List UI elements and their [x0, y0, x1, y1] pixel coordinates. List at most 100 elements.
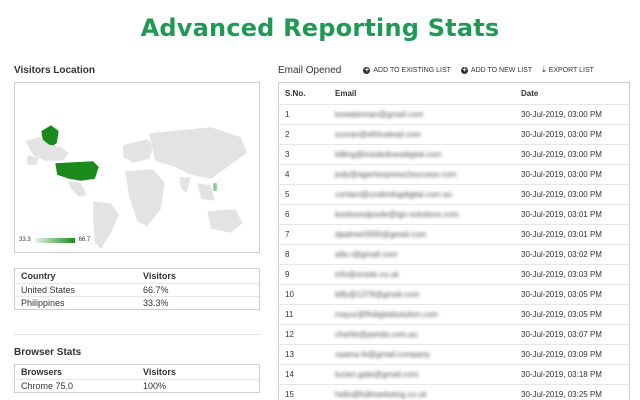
legend-max-label: 66.7	[78, 237, 91, 243]
table-row: 11 mayur@fhdigitalsolution.com 30-Jul-2019…	[279, 305, 629, 325]
map-legend: 33.3 66.7	[19, 237, 90, 243]
export-list-button[interactable]: ⤓ EXPORT LIST	[542, 65, 594, 75]
opened-date: 30-Jul-2019, 03:01 PM	[521, 210, 602, 219]
visitors-column-header: Visitors	[143, 271, 176, 281]
table-row: 5 contact@underdogdigital.com.au 30-Jul-20…	[279, 185, 629, 205]
table-row: 3 billing@insidedivesdigital.com 30-Jul-20…	[279, 145, 629, 165]
table-row: 15 hello@fullmarketing.co.uk 30-Jul-2019, …	[279, 385, 629, 400]
visitor-percent: 66.7%	[143, 285, 169, 295]
email-opened-table: S.No. Email Date 1 kowaterman@gmail.com 30…	[278, 82, 630, 400]
opened-date: 30-Jul-2019, 03:18 PM	[521, 370, 602, 379]
opened-date: 30-Jul-2019, 03:00 PM	[521, 170, 602, 179]
email-address: jody@agentexpress2success.com	[335, 170, 457, 179]
email-opened-heading: Email Opened	[278, 64, 342, 76]
add-to-existing-list-label: ADD TO EXISTING LIST	[373, 66, 451, 74]
download-icon: ⤓	[542, 65, 546, 74]
page-title: Advanced Reporting Stats	[140, 14, 500, 42]
row-number: 11	[285, 310, 294, 319]
browsers-column-header: Browsers	[21, 367, 63, 377]
add-to-new-list-button[interactable]: + ADD TO NEW LIST	[460, 66, 533, 74]
email-address: osama.fe@gmail.company	[335, 350, 430, 359]
map-region-europe	[122, 138, 156, 164]
map-region-africa	[124, 168, 166, 228]
email-address: lucien.gate@gmail.com	[335, 370, 419, 379]
email-address: info@onsite.co.uk	[335, 270, 399, 279]
row-number: 12	[285, 330, 294, 339]
row-number: 2	[285, 130, 290, 139]
browser-table-header: Browsers Visitors	[15, 365, 259, 379]
email-address: suvran@ethicalead.com	[335, 130, 421, 139]
country-name: United States	[21, 285, 76, 295]
table-row: 13 osama.fe@gmail.company 30-Jul-2019, 03:…	[279, 345, 629, 365]
row-number: 5	[285, 190, 290, 199]
date-column-header: Date	[521, 89, 539, 98]
browser-stats-heading: Browser Stats	[14, 347, 82, 358]
row-number: 13	[285, 350, 294, 359]
row-number: 9	[285, 270, 290, 279]
row-number: 6	[285, 210, 290, 219]
map-region-philippines	[212, 182, 218, 192]
row-number: 14	[285, 370, 294, 379]
table-row: 2 suvran@ethicalead.com 30-Jul-2019, 03:00…	[279, 125, 629, 145]
email-address: atle.r@gmail.com	[335, 250, 398, 259]
visitors-location-heading: Visitors Location	[14, 65, 95, 76]
table-row: 7 dpalmer0000@gmail.com 30-Jul-2019, 03:01…	[279, 225, 629, 245]
country-table-header: Country Visitors	[15, 269, 259, 283]
opened-date: 30-Jul-2019, 03:00 PM	[521, 130, 602, 139]
email-address: mayur@fhdigitalsolution.com	[335, 310, 438, 319]
email-opened-header: Email Opened + ADD TO EXISTING LIST + AD…	[278, 62, 628, 78]
visitor-percent: 100%	[143, 381, 167, 391]
row-number: 1	[285, 110, 290, 119]
opened-date: 30-Jul-2019, 03:05 PM	[521, 310, 602, 319]
table-row: United States 66.7%	[15, 283, 259, 296]
map-region-usa	[54, 160, 100, 182]
legend-min-label: 33.3	[19, 237, 31, 243]
opened-date: 30-Jul-2019, 03:05 PM	[521, 290, 602, 299]
email-address: hello@fullmarketing.co.uk	[335, 390, 427, 399]
add-to-new-list-label: ADD TO NEW LIST	[470, 66, 533, 74]
section-divider	[14, 334, 260, 335]
email-rows: 1 kowaterman@gmail.com 30-Jul-2019, 03:00 …	[279, 105, 629, 400]
email-address: dpalmer0000@gmail.com	[335, 230, 427, 239]
world-map[interactable]: 33.3 66.7	[14, 82, 260, 253]
email-address: contact@underdogdigital.com.au	[335, 190, 453, 199]
opened-date: 30-Jul-2019, 03:07 PM	[521, 330, 602, 339]
row-number: 7	[285, 230, 290, 239]
export-list-label: EXPORT LIST	[548, 66, 594, 74]
map-region-mexico	[66, 180, 88, 198]
sno-column-header: S.No.	[285, 89, 306, 98]
add-to-existing-list-button[interactable]: + ADD TO EXISTING LIST	[363, 66, 451, 74]
email-address: billing@insidedivesdigital.com	[335, 150, 442, 159]
email-address: charlie@panda.com.au	[335, 330, 418, 339]
map-region-south-america	[92, 200, 120, 250]
table-row: Philippines 33.3%	[15, 296, 259, 309]
opened-date: 30-Jul-2019, 03:03 PM	[521, 270, 602, 279]
plus-circle-icon: +	[460, 66, 468, 74]
email-address: kowaterman@gmail.com	[335, 110, 424, 119]
table-row: 10 billy@1378@gmail.com 30-Jul-2019, 03:05…	[279, 285, 629, 305]
table-row: 9 info@onsite.co.uk 30-Jul-2019, 03:03 PM	[279, 265, 629, 285]
row-number: 15	[285, 390, 294, 399]
table-row: 14 lucien.gate@gmail.com 30-Jul-2019, 03:1…	[279, 365, 629, 385]
visitors-column-header: Visitors	[143, 367, 176, 377]
map-region-asia	[148, 126, 248, 180]
table-row: 4 jody@agentexpress2success.com 30-Jul-201…	[279, 165, 629, 185]
opened-date: 30-Jul-2019, 03:00 PM	[521, 110, 602, 119]
browser-table: Browsers Visitors Chrome 75.0 100%	[14, 364, 260, 393]
email-table-header: S.No. Email Date	[279, 83, 629, 105]
row-number: 10	[285, 290, 294, 299]
row-number: 4	[285, 170, 290, 179]
opened-date: 30-Jul-2019, 03:09 PM	[521, 350, 602, 359]
visitor-percent: 33.3%	[143, 298, 169, 308]
browser-name: Chrome 75.0	[21, 381, 74, 391]
country-table: Country Visitors United States 66.7% Phi…	[14, 268, 260, 310]
table-row: Chrome 75.0 100%	[15, 379, 259, 392]
world-map-svg	[24, 124, 248, 250]
plus-circle-icon: +	[363, 66, 371, 74]
email-column-header: Email	[335, 89, 357, 98]
email-address: billy@1378@gmail.com	[335, 290, 420, 299]
map-region-alaska	[26, 154, 40, 166]
table-row: 8 atle.r@gmail.com 30-Jul-2019, 03:02 PM	[279, 245, 629, 265]
map-region-se-asia	[196, 182, 216, 202]
country-column-header: Country	[21, 271, 56, 281]
